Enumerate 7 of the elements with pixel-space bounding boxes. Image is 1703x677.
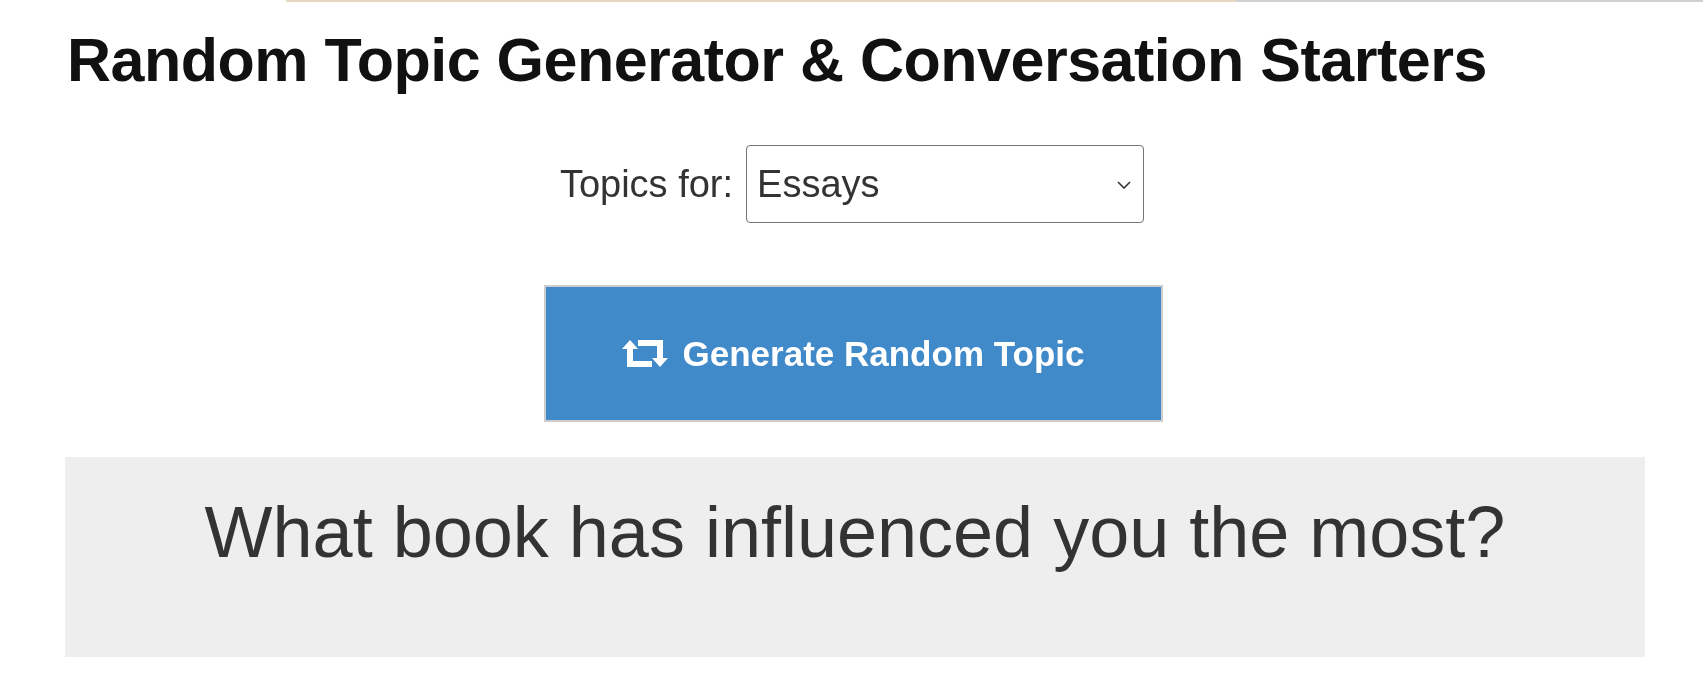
topics-label: Topics for: bbox=[559, 162, 734, 206]
page-title: Random Topic Generator & Conversation Starters bbox=[67, 25, 1487, 96]
topics-select[interactable]: Essays bbox=[746, 145, 1145, 223]
loop-arrows-icon bbox=[621, 340, 668, 367]
topic-question: What book has influenced you the most? bbox=[203, 491, 1507, 574]
generate-button[interactable]: Generate Random Topic bbox=[543, 285, 1163, 422]
chevron-down-icon bbox=[1117, 181, 1132, 189]
